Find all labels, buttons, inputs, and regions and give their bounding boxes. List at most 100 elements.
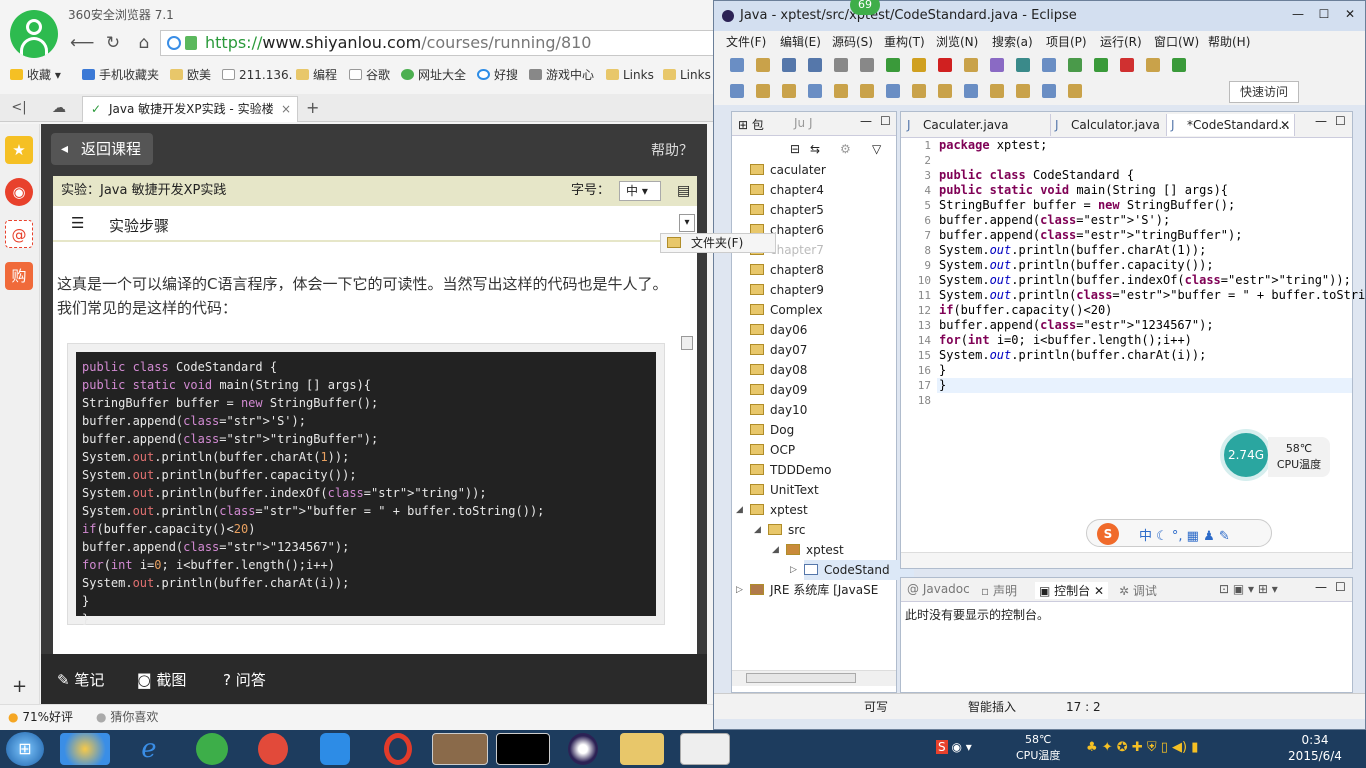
eclipse-taskbar-icon[interactable] xyxy=(568,733,598,765)
tree-item-complex[interactable]: Complex xyxy=(750,300,823,320)
scrollbar-thumb[interactable] xyxy=(681,336,693,350)
clock[interactable]: 0:34 2015/6/4 xyxy=(1280,732,1350,764)
toolbar-icon[interactable] xyxy=(1016,58,1030,72)
cpu-freq-gauge[interactable]: 2.74G xyxy=(1220,429,1272,481)
tray-icons-right[interactable]: ♣ ✦ ✪ ✚ ⛨ ▯ ◀) ▮ xyxy=(1086,740,1198,755)
toolbar-icon[interactable] xyxy=(782,84,796,98)
editor-maximize-icon[interactable]: ☐ xyxy=(1335,114,1346,128)
package-tab[interactable]: ⊞ 包 xyxy=(738,116,764,133)
toolbar-icon[interactable] xyxy=(1042,84,1056,98)
netease-music-icon[interactable] xyxy=(258,733,288,765)
notification-badge[interactable]: 69 xyxy=(850,0,880,15)
tab-close-icon[interactable]: × xyxy=(281,97,291,121)
ie-icon[interactable]: ℯ xyxy=(124,733,174,765)
editor-minimize-icon[interactable]: — xyxy=(1315,114,1327,128)
tree-item-codestand[interactable]: ▷ CodeStand xyxy=(790,560,914,580)
toolbar-icon[interactable] xyxy=(886,58,900,72)
menu-item[interactable]: 窗口(W) xyxy=(1154,31,1199,53)
editor-code-line[interactable]: public class CodeStandard { xyxy=(939,168,1366,183)
guess-like-link[interactable]: ● 猜你喜欢 xyxy=(96,705,158,729)
toolbar-icon[interactable] xyxy=(860,58,874,72)
toolbar-icon[interactable] xyxy=(756,84,770,98)
bookmark-haosou[interactable]: 好搜 xyxy=(477,66,518,84)
start-button[interactable]: ⊞ xyxy=(6,732,44,766)
document-icon[interactable]: ▤ xyxy=(677,176,690,206)
editor-code[interactable]: package xptest; public class CodeStandar… xyxy=(939,138,1366,408)
opera-icon[interactable] xyxy=(384,733,412,765)
photo-app-icon[interactable] xyxy=(432,733,488,765)
tree-item-xptest[interactable]: ◢ xptest xyxy=(772,540,844,560)
screenshot-button[interactable]: ◙ 截图 xyxy=(137,669,186,690)
font-size-select[interactable]: 中 ▾ xyxy=(619,181,661,201)
editor-code-line[interactable]: for(int i=0; i<buffer.length();i++) xyxy=(939,333,1366,348)
toolbar-icon[interactable] xyxy=(860,84,874,98)
new-tab-button[interactable]: + xyxy=(306,98,319,117)
menu-item[interactable]: 编辑(E) xyxy=(780,31,821,53)
browser-360-icon[interactable] xyxy=(196,733,228,765)
address-bar[interactable]: https://www.shiyanlou.com/courses/runnin… xyxy=(160,30,715,56)
document-viewer-icon[interactable] xyxy=(680,733,730,765)
editor-code-line[interactable]: package xptest; xyxy=(939,138,1366,153)
toolbar-icon[interactable] xyxy=(886,84,900,98)
user-avatar[interactable] xyxy=(10,10,58,58)
tree-item-ocp[interactable]: OCP xyxy=(750,440,795,460)
editor-code-line[interactable]: System.out.println(class="estr">"buffer … xyxy=(939,288,1366,303)
toolbar-icon[interactable] xyxy=(1016,84,1030,98)
expand-icon[interactable]: ◢ xyxy=(754,520,761,540)
refresh-icon[interactable]: ↻ xyxy=(102,32,124,54)
menu-item[interactable]: 运行(R) xyxy=(1100,31,1142,53)
editor-code-line[interactable]: buffer.append(class="estr">"1234567"); xyxy=(939,318,1366,333)
bookmark-programming[interactable]: 编程 xyxy=(296,66,337,84)
add-icon[interactable]: + xyxy=(12,676,27,697)
editor-code-line[interactable]: if(buffer.capacity()<20) xyxy=(939,303,1366,318)
bookmark-games[interactable]: 游戏中心 xyxy=(529,66,594,84)
toolbar-icon[interactable] xyxy=(730,84,744,98)
app-icon-colorful[interactable] xyxy=(60,733,110,765)
tray-icons-left[interactable]: S ◉ ▾ xyxy=(936,740,972,754)
qa-button[interactable]: ? 问答 xyxy=(223,669,266,690)
ime-mode-icons[interactable]: 中 ☾ °, ▦ ♟ ✎ xyxy=(1139,525,1230,544)
editor-code-line[interactable]: System.out.println(buffer.charAt(i)); xyxy=(939,348,1366,363)
bookmark-favorites[interactable]: 收藏 ▾ xyxy=(10,66,61,84)
expand-icon[interactable]: ◢ xyxy=(772,540,779,560)
tab-calculator[interactable]: J Calculator.java xyxy=(1051,114,1167,136)
bookmark-mobile[interactable]: 手机收藏夹 xyxy=(82,66,159,84)
tab-close-icon[interactable]: ✕ xyxy=(1280,114,1290,136)
weibo-icon[interactable]: ◉ xyxy=(5,178,33,206)
tab-back-icon[interactable]: <| xyxy=(8,97,30,119)
view-maximize-icon[interactable]: ☐ xyxy=(880,114,891,128)
bookmark-oumei[interactable]: 欧美 xyxy=(170,66,211,84)
editor-code-line[interactable]: buffer.append(class="estr">"tringBuffer"… xyxy=(939,228,1366,243)
tree-item-xptest[interactable]: ◢ xptest xyxy=(736,500,808,520)
menu-item[interactable]: 浏览(N) xyxy=(936,31,978,53)
tree-item-caculater[interactable]: caculater xyxy=(750,160,826,180)
toolbar-icon[interactable] xyxy=(808,84,822,98)
tree-item-chapter5[interactable]: chapter5 xyxy=(750,200,824,220)
tab-codestandard[interactable]: J *CodeStandard... ✕ xyxy=(1167,114,1295,136)
collapse-all-icon[interactable]: ⊟ xyxy=(790,142,800,156)
toolbar-icon[interactable] xyxy=(782,58,796,72)
menu-item[interactable]: 项目(P) xyxy=(1046,31,1087,53)
link-editor-icon[interactable]: ⇆ xyxy=(810,142,820,156)
editor-hscrollbar[interactable] xyxy=(901,552,1352,568)
tab-debug[interactable]: ✲ 调试 xyxy=(1119,582,1157,599)
toolbar-icon[interactable] xyxy=(912,84,926,98)
editor-code-line[interactable]: } xyxy=(939,378,1366,393)
tab-active[interactable]: ✓ Java 敏捷开发XP实践 - 实验楼 × xyxy=(82,96,298,122)
toolbar-icon[interactable] xyxy=(938,84,952,98)
ime-toolbar[interactable]: S 中 ☾ °, ▦ ♟ ✎ xyxy=(1086,519,1272,547)
tree-item-day08[interactable]: day08 xyxy=(750,360,807,380)
toolbar-icon[interactable] xyxy=(808,58,822,72)
toolbar-icon[interactable] xyxy=(964,84,978,98)
expand-icon[interactable]: ◢ xyxy=(736,500,743,520)
tree-item-day07[interactable]: day07 xyxy=(750,340,807,360)
editor-code-line[interactable]: StringBuffer buffer = new StringBuffer()… xyxy=(939,198,1366,213)
bookmark-links-2[interactable]: Links xyxy=(663,66,711,84)
steps-dropdown[interactable]: ▾ xyxy=(679,214,695,232)
notes-button[interactable]: ✎ 笔记 xyxy=(57,669,104,690)
tree-item-chapter9[interactable]: chapter9 xyxy=(750,280,824,300)
toolbar-icon[interactable] xyxy=(834,58,848,72)
bookmark-google[interactable]: 谷歌 xyxy=(349,66,390,84)
console-minimize-icon[interactable]: — xyxy=(1315,580,1327,594)
toolbar-icon[interactable] xyxy=(1120,58,1134,72)
